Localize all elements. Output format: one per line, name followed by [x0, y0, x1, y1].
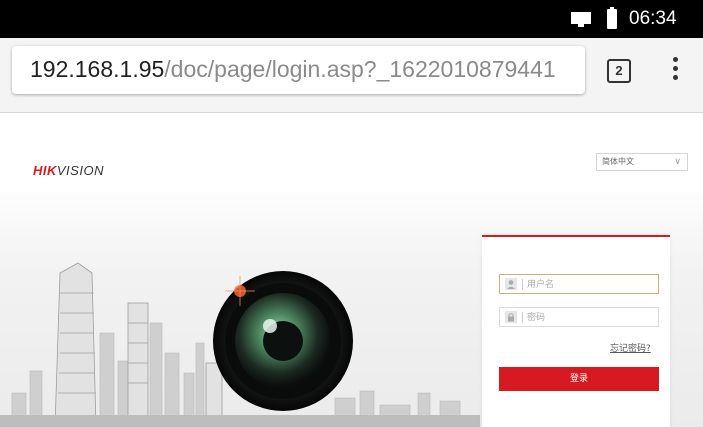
username-placeholder: 用户名 — [527, 280, 555, 290]
url-host: 192.168.1.95 — [30, 56, 165, 82]
forgot-password-link[interactable]: 忘记密码? — [610, 341, 651, 354]
hikvision-logo: HIKVISION — [33, 163, 104, 178]
username-field[interactable]: 用户名 — [499, 274, 659, 294]
status-time: 06:34 — [629, 8, 677, 29]
password-field[interactable]: 密码 — [499, 307, 659, 327]
address-bar[interactable]: 192.168.1.95/doc/page/login.asp?_1622010… — [12, 46, 585, 94]
login-panel: 用户名 密码 忘记密码? 登录 — [482, 235, 670, 427]
chevron-down-icon: ∨ — [674, 157, 681, 167]
url-path: /doc/page/login.asp?_1622010879441 — [164, 56, 556, 82]
monitor-icon — [571, 12, 591, 27]
tab-switcher-button[interactable]: 2 — [607, 59, 631, 83]
url-text[interactable]: 192.168.1.95/doc/page/login.asp?_1622010… — [30, 56, 556, 83]
user-icon — [505, 278, 517, 290]
hero-banner: 用户名 密码 忘记密码? 登录 — [0, 193, 703, 427]
status-bar: 06:34 — [0, 0, 703, 38]
login-button[interactable]: 登录 — [499, 367, 659, 391]
lock-icon — [505, 311, 517, 323]
password-placeholder: 密码 — [527, 313, 546, 323]
battery-icon — [607, 7, 617, 29]
web-page: HIKVISION 简体中文 ∨ 用户名 密码 忘记密码? 登录 — [0, 113, 703, 427]
browser-toolbar: 192.168.1.95/doc/page/login.asp?_1622010… — [0, 38, 703, 113]
language-select[interactable]: 简体中文 ∨ — [596, 153, 688, 171]
more-vert-icon[interactable] — [669, 57, 681, 85]
language-value: 简体中文 — [602, 157, 634, 166]
